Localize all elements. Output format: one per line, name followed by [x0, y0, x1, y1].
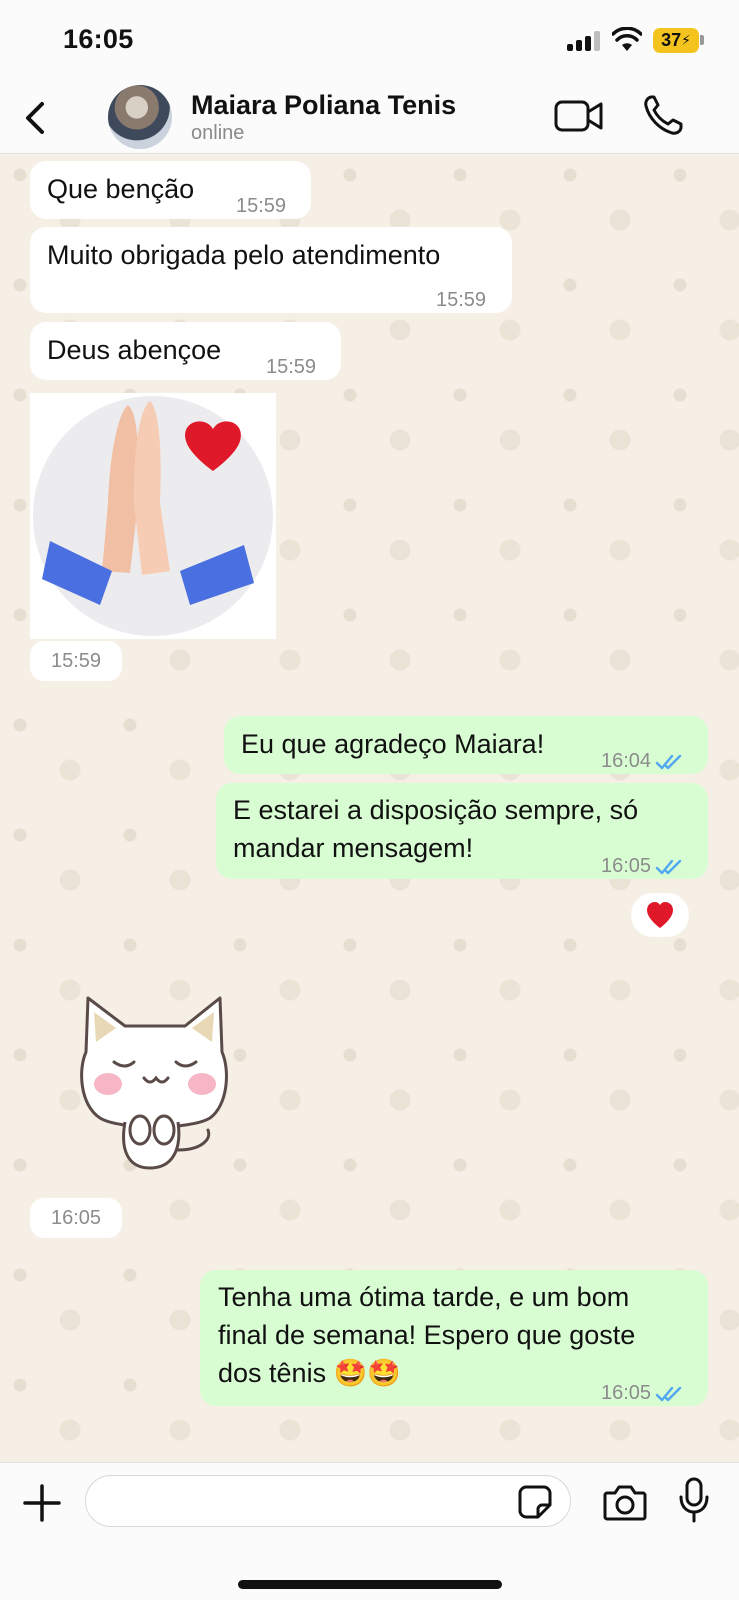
message-time: 15:59 — [50, 649, 102, 672]
wifi-icon — [612, 27, 642, 51]
contact-status: online — [191, 122, 245, 144]
message-outgoing[interactable]: Tenha uma ótima tarde, e um bom final de… — [200, 1270, 708, 1406]
message-text-line: E estarei a disposição sempre, só — [233, 795, 639, 825]
camera-icon[interactable] — [603, 1483, 647, 1521]
message-input[interactable] — [85, 1475, 571, 1527]
battery-tip — [700, 35, 704, 45]
praying-hands-icon — [33, 396, 273, 636]
message-input-bar — [0, 1462, 739, 1600]
home-indicator — [238, 1580, 502, 1589]
battery-icon: 37 ⚡ — [653, 28, 699, 53]
message-time: 16:04 — [601, 742, 683, 780]
message-outgoing[interactable]: Eu que agradeço Maiara! 16:04 — [224, 716, 708, 774]
message-text: Deus abençoe — [47, 335, 222, 365]
video-camera-icon[interactable] — [554, 98, 604, 134]
battery-level: 37 — [661, 30, 682, 50]
message-text-line: mandar mensagem! — [233, 833, 474, 863]
sticker-icon[interactable] — [518, 1485, 552, 1519]
phone-icon[interactable] — [643, 94, 683, 136]
message-time: 16:05 — [50, 1206, 102, 1229]
status-bar: 16:05 37 ⚡ — [0, 0, 739, 80]
microphone-icon[interactable] — [678, 1477, 710, 1523]
chat-header: Maiara Poliana Tenis online — [0, 80, 739, 154]
message-time: 16:05 — [601, 847, 683, 885]
message-text-line: Tenha uma ótima tarde, e um bom — [218, 1282, 630, 1312]
read-receipt-icon — [655, 754, 682, 769]
cellular-signal-icon — [567, 31, 603, 51]
heart-icon — [647, 902, 673, 928]
message-text-line: final de semana! Espero que goste — [218, 1320, 636, 1350]
chat-area[interactable]: Que benção 15:59 Muito obrigada pelo ate… — [0, 155, 739, 1465]
message-incoming[interactable]: Que benção 15:59 — [30, 161, 311, 219]
plus-icon[interactable] — [22, 1483, 62, 1523]
sticker-time: 15:59 — [30, 641, 122, 681]
chevron-left-icon[interactable] — [20, 98, 50, 138]
message-time: 15:59 — [436, 289, 487, 311]
read-receipt-icon — [655, 859, 682, 874]
avatar[interactable] — [108, 85, 172, 149]
message-time: 15:59 — [266, 356, 317, 378]
sticker-praying-hands[interactable] — [30, 393, 276, 639]
message-time: 15:59 — [236, 195, 287, 217]
sticker-white-cat[interactable] — [70, 990, 240, 1175]
read-receipt-icon — [655, 1386, 682, 1401]
message-time-text: 16:05 — [601, 1382, 652, 1404]
sticker-time: 16:05 — [30, 1198, 122, 1238]
message-time-text: 16:05 — [601, 855, 652, 877]
message-text: Que benção — [47, 174, 195, 204]
message-text-line: dos tênis 🤩🤩 — [218, 1358, 401, 1388]
message-outgoing[interactable]: E estarei a disposição sempre, só mandar… — [216, 783, 708, 879]
message-text: Muito obrigada pelo atendimento — [47, 240, 441, 270]
message-time-text: 16:04 — [601, 750, 652, 772]
message-incoming[interactable]: Deus abençoe 15:59 — [30, 322, 341, 380]
message-incoming[interactable]: Muito obrigada pelo atendimento 15:59 — [30, 227, 512, 313]
status-time: 16:05 — [63, 24, 134, 54]
contact-name[interactable]: Maiara Poliana Tenis — [191, 90, 456, 121]
message-text: Eu que agradeço Maiara! — [241, 729, 545, 759]
message-reaction[interactable] — [631, 893, 689, 937]
message-time: 16:05 — [601, 1374, 683, 1412]
